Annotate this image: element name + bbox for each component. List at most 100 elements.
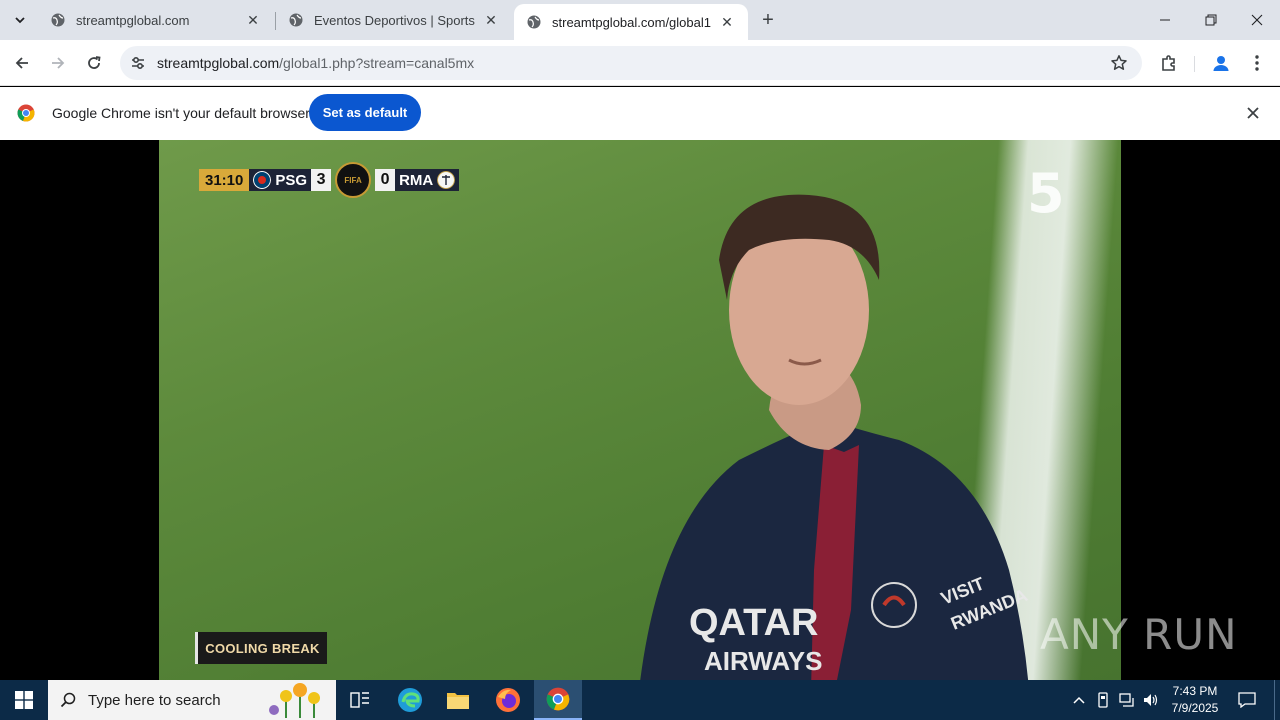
arrow-left-icon xyxy=(15,57,28,69)
volume-tray-button[interactable] xyxy=(1140,680,1162,720)
away-team: RMA xyxy=(395,169,460,191)
set-as-default-button[interactable]: Set as default xyxy=(309,94,421,131)
reload-button[interactable] xyxy=(80,49,108,77)
taskbar: Type here to search 7:43 PM 7/9/2025 xyxy=(0,680,1280,720)
forward-button[interactable] xyxy=(44,49,72,77)
match-clock: 31:10 xyxy=(199,169,250,191)
clock-time: 7:43 PM xyxy=(1172,684,1218,698)
globe-icon xyxy=(289,13,303,27)
home-team-name: PSG xyxy=(275,171,308,189)
usb-device-icon xyxy=(1098,692,1108,708)
url-text: streamtpglobal.com/global1.php?stream=ca… xyxy=(157,55,474,71)
clock-date: 7/9/2025 xyxy=(1171,701,1219,715)
tab-1[interactable]: streamtpglobal.com ✕ xyxy=(38,0,274,40)
psg-crest-icon xyxy=(253,171,272,189)
close-icon xyxy=(1251,14,1263,26)
show-desktop-button[interactable] xyxy=(1274,680,1280,720)
close-icon[interactable]: ✕ xyxy=(718,13,736,31)
site-settings-icon[interactable] xyxy=(128,53,148,73)
cooling-break-caption: COOLING BREAK xyxy=(195,632,327,664)
edge-taskbar-button[interactable] xyxy=(386,680,434,720)
speaker-icon xyxy=(1144,694,1158,706)
globe-icon xyxy=(527,15,541,29)
restore-icon xyxy=(1205,14,1217,26)
globe-icon xyxy=(51,13,65,27)
away-score: 0 xyxy=(375,169,396,191)
jersey-sponsor-text: QATAR xyxy=(689,602,818,644)
show-hidden-icons-button[interactable] xyxy=(1068,680,1090,720)
home-score: 3 xyxy=(311,169,332,191)
infobar-close-button[interactable] xyxy=(1243,103,1263,123)
search-icon xyxy=(48,692,88,708)
start-button[interactable] xyxy=(0,680,48,720)
chrome-icon xyxy=(546,687,570,711)
new-tab-button[interactable]: + xyxy=(756,8,780,32)
tab-title: streamtpglobal.com xyxy=(76,12,190,28)
task-view-button[interactable] xyxy=(336,680,384,720)
minimize-button[interactable] xyxy=(1142,0,1188,40)
more-vert-icon xyxy=(1255,55,1259,71)
action-center-button[interactable] xyxy=(1232,680,1262,720)
url-host: streamtpglobal.com xyxy=(157,55,280,71)
tab-2[interactable]: Eventos Deportivos | Sports Eve ✕ xyxy=(276,0,512,40)
address-bar[interactable]: streamtpglobal.com/global1.php?stream=ca… xyxy=(120,46,1142,80)
close-icon xyxy=(1247,107,1259,119)
anyrun-watermark: ANY RUN xyxy=(1040,610,1238,659)
chevron-up-icon xyxy=(1073,696,1085,704)
toolbar: streamtpglobal.com/global1.php?stream=ca… xyxy=(0,40,1280,86)
avatar-icon xyxy=(1213,56,1229,71)
network-tray-button[interactable] xyxy=(1116,680,1138,720)
tab-title: streamtpglobal.com/global1.ph xyxy=(552,14,712,30)
firefox-icon xyxy=(496,688,520,712)
tab-title: Eventos Deportivos | Sports Eve xyxy=(314,12,476,28)
device-tray-button[interactable] xyxy=(1092,680,1114,720)
real-madrid-crest-icon xyxy=(437,171,456,189)
close-icon[interactable]: ✕ xyxy=(244,11,262,29)
home-team: PSG xyxy=(249,169,312,191)
jersey-sponsor-text-2: AIRWAYS xyxy=(704,646,823,676)
menu-button[interactable] xyxy=(1246,52,1268,74)
video-player[interactable]: QATAR AIRWAYS VISIT RWANDA 31:10 PSG 3 F… xyxy=(159,140,1121,680)
tab-strip: streamtpglobal.com ✕ Eventos Deportivos … xyxy=(0,0,1280,40)
search-placeholder: Type here to search xyxy=(88,691,221,709)
tab-3-active[interactable]: streamtpglobal.com/global1.ph ✕ xyxy=(514,4,748,40)
bookmark-star-icon[interactable] xyxy=(1110,54,1128,72)
player-image: QATAR AIRWAYS VISIT RWANDA xyxy=(640,194,1030,680)
flowers-decoration-icon xyxy=(269,683,320,718)
plus-icon: + xyxy=(762,8,774,31)
infobar-message: Google Chrome isn't your default browser xyxy=(52,105,310,121)
screen: streamtpglobal.com ✕ Eventos Deportivos … xyxy=(0,0,1280,720)
fifa-badge: FIFA xyxy=(335,162,372,198)
taskbar-clock[interactable]: 7:43 PM 7/9/2025 xyxy=(1160,683,1230,717)
chrome-taskbar-button[interactable] xyxy=(534,680,582,720)
folder-icon xyxy=(447,693,469,709)
close-icon[interactable]: ✕ xyxy=(482,11,500,29)
channel-logo: 5 xyxy=(1027,162,1065,225)
profile-button[interactable] xyxy=(1210,52,1232,74)
tab-search-button[interactable] xyxy=(6,6,34,34)
toolbar-divider xyxy=(1194,56,1195,72)
default-browser-infobar: Google Chrome isn't your default browser… xyxy=(0,87,1280,140)
back-button[interactable] xyxy=(8,49,36,77)
page-content: QATAR AIRWAYS VISIT RWANDA 31:10 PSG 3 F… xyxy=(0,140,1280,680)
puzzle-icon xyxy=(1162,55,1175,71)
taskbar-search[interactable]: Type here to search xyxy=(48,680,336,720)
firefox-taskbar-button[interactable] xyxy=(484,680,532,720)
network-icon xyxy=(1119,693,1134,707)
edge-icon xyxy=(398,688,422,712)
scorebug: 31:10 PSG 3 FIFA 0 RMA xyxy=(199,162,460,198)
reload-icon xyxy=(88,56,101,69)
notification-icon xyxy=(1238,692,1256,708)
chevron-down-icon xyxy=(15,17,25,24)
extensions-button[interactable] xyxy=(1158,52,1180,74)
arrow-right-icon xyxy=(52,57,65,69)
away-team-name: RMA xyxy=(399,171,434,189)
minimize-icon xyxy=(1160,19,1170,21)
chrome-logo-icon xyxy=(17,104,35,122)
task-view-icon xyxy=(350,692,369,708)
window-close-button[interactable] xyxy=(1234,0,1280,40)
url-path: /global1.php?stream=canal5mx xyxy=(279,55,475,71)
file-explorer-button[interactable] xyxy=(434,680,482,720)
restore-button[interactable] xyxy=(1188,0,1234,40)
windows-logo-icon xyxy=(15,691,33,709)
